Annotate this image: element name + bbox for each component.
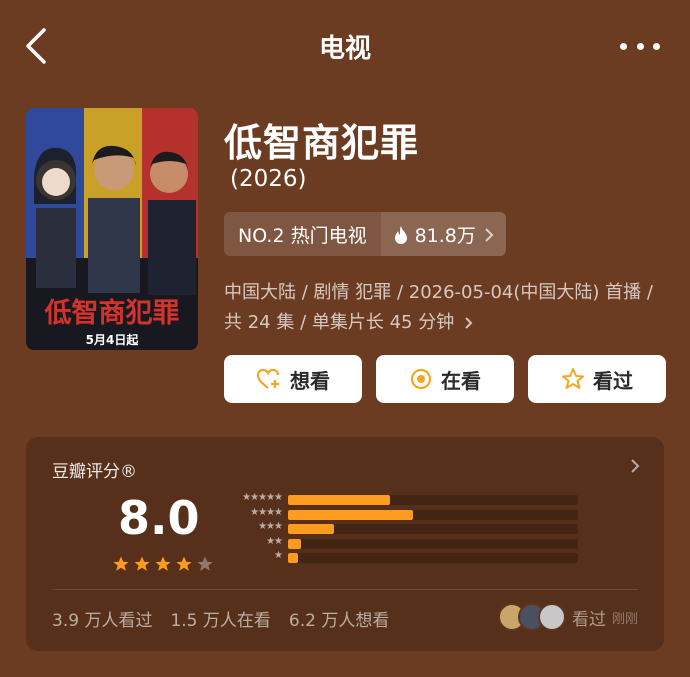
- star-level-icon: ★★: [266, 535, 283, 547]
- show-meta[interactable]: 中国大陆 / 剧情 犯罪 / 2026-05-04(中国大陆) 首播 / 共 2…: [224, 278, 654, 338]
- poster-image[interactable]: 低智商犯罪 5月4日起: [26, 108, 198, 350]
- watched-label: 看过: [593, 368, 633, 393]
- rank-label: NO.2 热门电视: [238, 224, 367, 247]
- eye-circle-icon: [410, 368, 432, 390]
- rating-distribution-labels: ★★★★★ ★★★★ ★★★ ★★ ★: [222, 492, 283, 567]
- rating-title: 豆瓣评分®: [52, 462, 137, 482]
- page-title: 电视: [318, 34, 371, 64]
- rating-star-row: ★: [222, 550, 283, 567]
- heart-plus-icon: [256, 368, 280, 389]
- rating-bar: [288, 524, 335, 534]
- rating-bar-track: [288, 538, 578, 549]
- star-level-icon: ★★★★★: [242, 492, 283, 503]
- more-options-icon[interactable]: [620, 38, 660, 54]
- star-level-icon: ★: [274, 550, 283, 561]
- rating-star-icon: [197, 556, 213, 571]
- watched-button[interactable]: 看过: [528, 355, 666, 403]
- rating-bar-track: [288, 509, 578, 520]
- rating-bar-track: [288, 553, 578, 563]
- watching-label: 在看: [441, 368, 481, 393]
- rating-star-icon: [134, 556, 150, 571]
- rating-bar-track: [288, 495, 578, 505]
- rating-stars: [112, 555, 214, 573]
- want-label: 想看: [290, 368, 330, 393]
- rating-bar: [288, 509, 413, 520]
- rating-star-icon: [155, 556, 171, 571]
- chevron-right-icon: [460, 312, 473, 333]
- divider: [52, 589, 638, 590]
- watched-count: 3.9 万人看过: [52, 611, 153, 631]
- watching-count: 1.5 万人在看: [170, 611, 271, 631]
- audience-stats: 3.9 万人看过 1.5 万人在看 6.2 万人想看: [52, 606, 389, 631]
- nav-bar: 电视: [0, 0, 690, 92]
- heat-badge[interactable]: 81.8万: [380, 212, 506, 256]
- friend-avatars: [497, 603, 566, 631]
- rating-bar: [288, 538, 302, 549]
- show-meta-text: 中国大陆 / 剧情 犯罪 / 2026-05-04(中国大陆) 首播 / 共 2…: [224, 282, 653, 333]
- rating-card[interactable]: 豆瓣评分® 8.0 ★★★★★ ★★★★ ★★★ ★★ ★ 3.9 万人看过 1.5 万…: [26, 437, 664, 651]
- avatar: [537, 603, 566, 631]
- star-level-icon: ★★★: [258, 521, 283, 532]
- star-outline-icon: [562, 368, 584, 389]
- heat-value: 81.8万: [414, 224, 476, 247]
- rating-bar-track: [288, 524, 578, 534]
- action-buttons: 想看 在看 看过: [224, 355, 666, 403]
- rating-score: 8.0: [118, 491, 200, 545]
- poster-date-art: 5月4日起: [86, 332, 140, 347]
- want-to-watch-button[interactable]: 想看: [224, 355, 362, 403]
- show-title: 低智商犯罪: [224, 121, 420, 165]
- rating-bar: [288, 553, 299, 563]
- rating-bar: [288, 495, 390, 505]
- friends-time: 刚刚: [611, 611, 638, 627]
- rank-badges: NO.2 热门电视 81.8万: [224, 212, 506, 256]
- watching-button[interactable]: 在看: [376, 355, 514, 403]
- rating-distribution: [288, 495, 578, 568]
- chevron-right-icon[interactable]: [628, 457, 642, 475]
- show-year: (2026): [230, 166, 307, 192]
- chevron-right-icon: [476, 223, 494, 245]
- poster-title-art: 低智商犯罪: [44, 298, 180, 329]
- want-count: 6.2 万人想看: [288, 611, 390, 631]
- star-level-icon: ★★★★: [250, 506, 283, 518]
- flame-icon: [393, 223, 415, 245]
- rating-star-icon: [176, 556, 192, 571]
- rank-badge[interactable]: NO.2 热门电视: [224, 212, 381, 256]
- rating-star-row: ★★: [222, 535, 283, 553]
- friends-label: 看过: [571, 609, 606, 630]
- rating-star-icon: [113, 556, 129, 571]
- friends-activity[interactable]: 看过 刚刚: [497, 603, 638, 631]
